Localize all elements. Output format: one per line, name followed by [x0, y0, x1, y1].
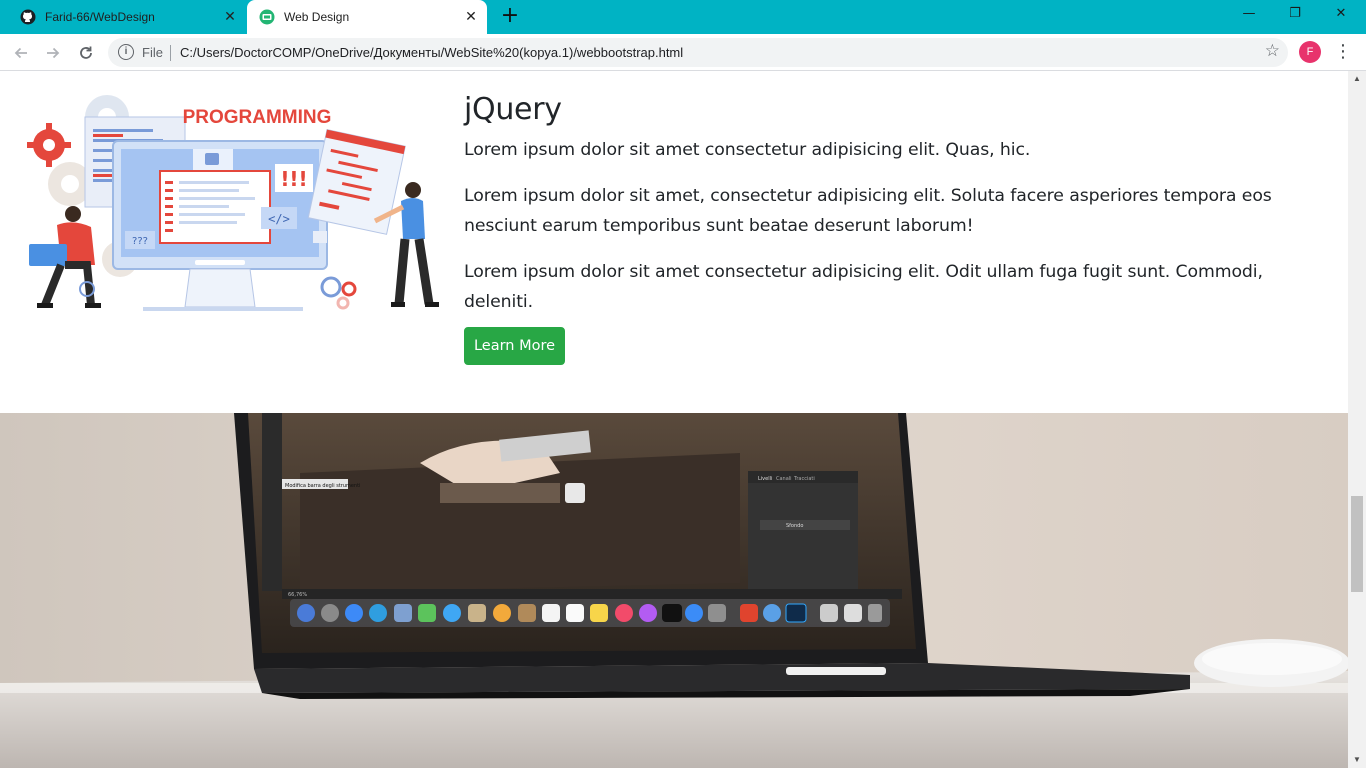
forward-arrow-icon[interactable] [40, 40, 66, 66]
laptop-photo-image: Modifica barra degli strumenti Livelli C… [0, 413, 1348, 768]
site-favicon-icon [259, 9, 275, 25]
browser-toolbar: i File C:/Users/DoctorCOMP/OneDrive/Доку… [0, 34, 1366, 71]
svg-text:Livelli: Livelli [758, 476, 772, 482]
address-bar[interactable]: i File C:/Users/DoctorCOMP/OneDrive/Доку… [108, 38, 1288, 67]
tab-title: Web Design [284, 10, 350, 24]
close-tab-icon[interactable]: ✕ [222, 9, 238, 25]
programming-illustration: !!! </> ??? PROGRAMMING [27, 95, 439, 311]
svg-text:Modifica barra degli strumenti: Modifica barra degli strumenti [285, 483, 360, 489]
svg-text:PROGRAMMING: PROGRAMMING [183, 107, 332, 128]
svg-text:Tracciati: Tracciati [793, 476, 815, 482]
person-sitting [29, 206, 101, 308]
svg-text:!!!: !!! [280, 167, 307, 191]
back-arrow-icon[interactable] [8, 40, 34, 66]
profile-avatar[interactable]: F [1299, 41, 1321, 63]
feature-paragraph: Lorem ipsum dolor sit amet consectetur a… [464, 140, 1031, 160]
page-viewport: !!! </> ??? PROGRAMMING jQuery Lorem ips… [0, 71, 1348, 768]
svg-text:Sfondo: Sfondo [786, 523, 803, 529]
tab-web-design[interactable]: Web Design ✕ [247, 0, 487, 34]
svg-text:Canali: Canali [776, 476, 792, 482]
menu-dots-icon[interactable]: ⋮ [1333, 40, 1353, 64]
tab-title: Farid-66/WebDesign [45, 10, 155, 24]
scroll-up-arrow-icon[interactable]: ▲ [1348, 71, 1366, 87]
minimize-button[interactable]: — [1226, 0, 1272, 30]
feature-paragraph: Lorem ipsum dolor sit amet, consectetur … [464, 186, 1272, 236]
close-tab-icon[interactable]: ✕ [463, 9, 479, 25]
svg-text:</>: </> [268, 212, 290, 226]
feature-paragraph: Lorem ipsum dolor sit amet consectetur a… [464, 262, 1263, 312]
gear-icon [27, 123, 71, 167]
url-text[interactable]: C:/Users/DoctorCOMP/OneDrive/Документы/W… [180, 45, 683, 60]
learn-more-button[interactable]: Learn More [464, 327, 565, 365]
close-window-button[interactable]: ✕ [1318, 0, 1364, 30]
scroll-thumb[interactable] [1351, 496, 1363, 592]
info-icon[interactable]: i [118, 44, 134, 60]
feature-title: jQuery [464, 92, 562, 127]
bookmark-star-icon[interactable]: ☆ [1265, 41, 1280, 61]
reload-icon[interactable] [73, 40, 99, 66]
github-icon [20, 9, 36, 25]
tab-github[interactable]: Farid-66/WebDesign ✕ [8, 0, 246, 34]
maximize-button[interactable]: ❐ [1272, 0, 1318, 30]
tab-strip: Farid-66/WebDesign ✕ Web Design ✕ + — ❐ … [0, 0, 1366, 34]
feature-text: jQuery Lorem ipsum dolor sit amet consec… [464, 93, 1334, 333]
scheme-label: File [142, 45, 163, 60]
laptop-photo: Modifica barra degli strumenti Livelli C… [0, 413, 1348, 768]
svg-text:66,76%: 66,76% [288, 592, 307, 598]
svg-text:???: ??? [132, 236, 148, 247]
scroll-down-arrow-icon[interactable]: ▼ [1348, 752, 1366, 768]
divider [170, 45, 171, 61]
page-scrollbar[interactable]: ▲ ▼ [1348, 71, 1366, 768]
new-tab-button[interactable]: + [498, 5, 522, 29]
